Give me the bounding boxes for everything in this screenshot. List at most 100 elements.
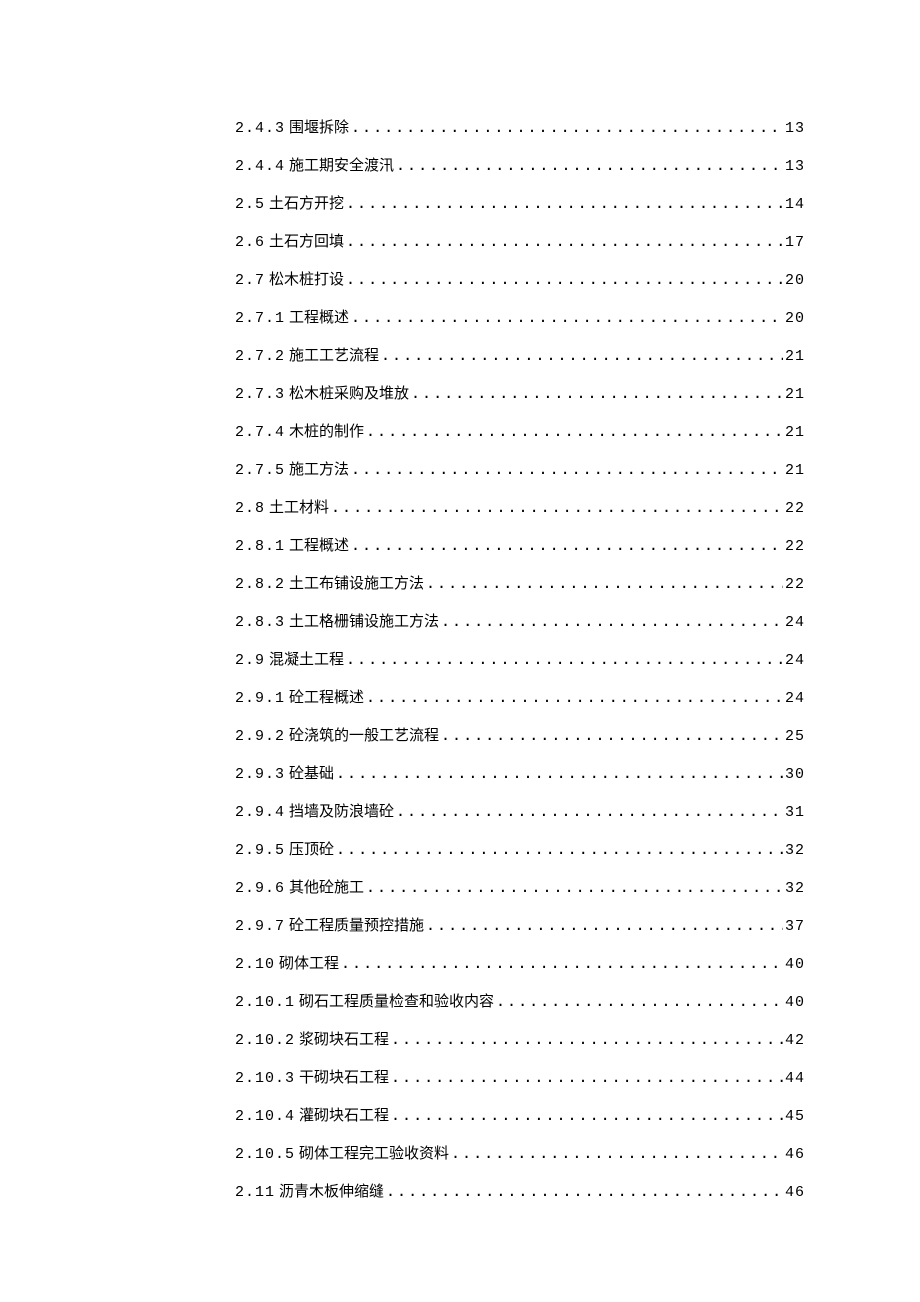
toc-number: 2.8 (235, 501, 265, 516)
toc-entry: 2.8.3土工格栅铺设施工方法24 (235, 614, 805, 630)
toc-number: 2.9.1 (235, 691, 285, 706)
toc-page-number: 22 (785, 501, 805, 516)
toc-number: 2.7.3 (235, 387, 285, 402)
toc-page-number: 22 (785, 539, 805, 554)
toc-page-number: 46 (785, 1147, 805, 1162)
toc-title: 土工格栅铺设施工方法 (289, 615, 439, 630)
toc-page-number: 25 (785, 729, 805, 744)
toc-number: 2.9 (235, 653, 265, 668)
toc-page-number: 32 (785, 843, 805, 858)
toc-page-number: 13 (785, 159, 805, 174)
toc-title: 干砌块石工程 (299, 1071, 389, 1086)
toc-entry: 2.5 土石方开挖 14 (235, 196, 805, 212)
toc-leader-dots (391, 1108, 783, 1123)
toc-leader-dots (336, 842, 783, 857)
toc-page-number: 20 (785, 311, 805, 326)
toc-number: 2.6 (235, 235, 265, 250)
toc-number: 2.7.4 (235, 425, 285, 440)
toc-title: 挡墙及防浪墙砼 (289, 805, 394, 820)
toc-leader-dots (441, 728, 783, 743)
toc-leader-dots (381, 348, 783, 363)
toc-entry: 2.4.4施工期安全渡汛13 (235, 158, 805, 174)
toc-leader-dots (366, 690, 783, 705)
toc-title: 施工工艺流程 (289, 349, 379, 364)
toc-title: 砼工程概述 (289, 691, 364, 706)
toc-entry: 2.8.2土工布铺设施工方法22 (235, 576, 805, 592)
toc-entry: 2.6土石方回填17 (235, 234, 805, 250)
toc-page-number: 14 (785, 197, 805, 212)
toc-number: 2.9.4 (235, 805, 285, 820)
toc-page-number: 24 (785, 615, 805, 630)
toc-number: 2.10.4 (235, 1109, 295, 1124)
toc-number: 2.9.5 (235, 843, 285, 858)
toc-number: 2.4.4 (235, 159, 285, 174)
toc-page-number: 44 (785, 1071, 805, 1086)
toc-entry: 2.10砌体工程40 (235, 956, 805, 972)
toc-entry: 2.10.4灌砌块石工程45 (235, 1108, 805, 1124)
toc-title: 压顶砼 (289, 843, 334, 858)
toc-page-number: 40 (785, 957, 805, 972)
toc-leader-dots (396, 804, 783, 819)
toc-entry: 2.7.2施工工艺流程21 (235, 348, 805, 364)
toc-number: 2.5 (235, 197, 265, 212)
toc-number: 2.9.6 (235, 881, 285, 896)
toc-leader-dots (346, 234, 783, 249)
table-of-contents: 2.4.3围堰拆除132.4.4施工期安全渡汛132.5土石方开挖142.6土石… (235, 120, 805, 1200)
toc-title: 混凝土工程 (269, 653, 344, 668)
toc-title: 土石方回填 (269, 235, 344, 250)
toc-leader-dots (341, 956, 783, 971)
toc-page-number: 20 (785, 273, 805, 288)
toc-title: 土工布铺设施工方法 (289, 577, 424, 592)
toc-page-number: 13 (785, 121, 805, 136)
toc-title: 浆砌块石工程 (299, 1033, 389, 1048)
toc-leader-dots (426, 918, 783, 933)
toc-entry: 2.7.1工程概述20 (235, 310, 805, 326)
toc-number: 2.7.5 (235, 463, 285, 478)
toc-leader-dots (346, 196, 783, 211)
toc-title: 土石方开挖 (269, 197, 344, 212)
toc-title: 围堰拆除 (289, 121, 349, 136)
toc-leader-dots (366, 880, 783, 895)
toc-number: 2.10.1 (235, 995, 295, 1010)
toc-number: 2.9.2 (235, 729, 285, 744)
toc-page-number: 37 (785, 919, 805, 934)
toc-number: 2.8.1 (235, 539, 285, 554)
toc-number: 2.10.3 (235, 1071, 295, 1086)
toc-title: 工程概述 (289, 539, 349, 554)
toc-entry: 2.10.1砌石工程质量检查和验收内容40 (235, 994, 805, 1010)
toc-title: 沥青木板伸缩缝 (279, 1185, 384, 1200)
toc-entry: 2.7.3松木桩采购及堆放21 (235, 386, 805, 402)
toc-leader-dots (391, 1032, 783, 1047)
toc-leader-dots (351, 310, 783, 325)
toc-entry: 2.9混凝土工程24 (235, 652, 805, 668)
toc-entry: 2.9.4挡墙及防浪墙砼31 (235, 804, 805, 820)
toc-title: 砼基础 (289, 767, 334, 782)
toc-title: 砼浇筑的一般工艺流程 (289, 729, 439, 744)
toc-page-number: 21 (785, 387, 805, 402)
toc-title: 松木桩打设 (269, 273, 344, 288)
toc-entry: 2.11沥青木板伸缩缝46 (235, 1184, 805, 1200)
toc-leader-dots (386, 1184, 783, 1199)
toc-leader-dots (351, 120, 783, 135)
toc-title: 砼工程质量预控措施 (289, 919, 424, 934)
toc-number: 2.4.3 (235, 121, 285, 136)
toc-entry: 2.4.3 围堰拆除 13 (235, 120, 805, 136)
toc-title: 砌石工程质量检查和验收内容 (299, 995, 494, 1010)
toc-page-number: 46 (785, 1185, 805, 1200)
toc-title: 砌体工程完工验收资料 (299, 1147, 449, 1162)
toc-page-number: 32 (785, 881, 805, 896)
toc-page-number: 22 (785, 577, 805, 592)
toc-leader-dots (346, 652, 783, 667)
toc-entry: 2.9.5 压顶砼 32 (235, 842, 805, 858)
toc-entry: 2.7松木桩打设20 (235, 272, 805, 288)
toc-leader-dots (336, 766, 783, 781)
toc-leader-dots (441, 614, 783, 629)
toc-title: 土工材料 (269, 501, 329, 516)
toc-leader-dots (366, 424, 783, 439)
toc-number: 2.10.2 (235, 1033, 295, 1048)
toc-number: 2.7.2 (235, 349, 285, 364)
toc-page-number: 30 (785, 767, 805, 782)
toc-entry: 2.8.1 工程概述 22 (235, 538, 805, 554)
toc-page-number: 21 (785, 425, 805, 440)
toc-title: 灌砌块石工程 (299, 1109, 389, 1124)
